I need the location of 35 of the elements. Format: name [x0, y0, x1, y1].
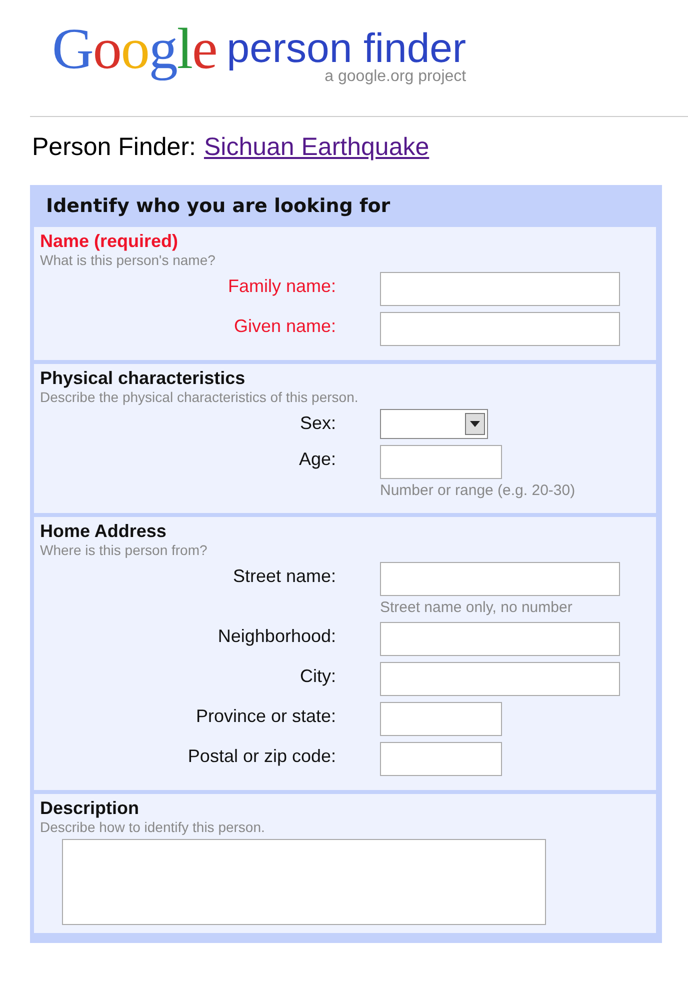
- text-field[interactable]: [380, 445, 502, 479]
- section-title: Home Address: [40, 521, 168, 542]
- description-field[interactable]: [62, 839, 546, 925]
- text-field[interactable]: [380, 312, 620, 346]
- field-label: Postal or zip code:: [186, 745, 336, 767]
- text-field[interactable]: [380, 662, 620, 696]
- section-subtitle: What is this person's name?: [40, 252, 216, 268]
- form-heading: Identify who you are looking for: [45, 194, 392, 219]
- field-hint: Number or range (e.g. 20-30): [380, 482, 576, 499]
- field-label: Sex:: [298, 412, 336, 434]
- section-subtitle: Where is this person from?: [40, 542, 208, 558]
- field-label: Family name:: [226, 275, 336, 297]
- field-label: City:: [299, 665, 336, 687]
- field-label: Province or state:: [194, 705, 336, 727]
- event-link[interactable]: Sichuan Earthquake: [204, 133, 430, 162]
- section-title: Description: [40, 798, 140, 819]
- field-label: Given name:: [232, 315, 336, 337]
- field-label: Neighborhood:: [216, 625, 336, 647]
- field-label: Age:: [298, 448, 336, 470]
- section-subtitle: Describe the physical characteristics of this person.: [40, 389, 360, 405]
- field-label: Street name:: [232, 565, 336, 587]
- sex-dropdown[interactable]: [380, 409, 488, 439]
- text-field[interactable]: [380, 702, 502, 736]
- section-subtitle: Describe how to identify this person.: [40, 819, 266, 835]
- google-logo: Google: [52, 18, 217, 80]
- text-field[interactable]: [380, 742, 502, 776]
- product-name: person finder: [226, 26, 466, 70]
- text-field[interactable]: [380, 272, 620, 306]
- text-field[interactable]: [380, 622, 620, 656]
- text-field[interactable]: [380, 562, 620, 596]
- page-title: Person Finder:: [32, 133, 196, 162]
- section-title: Name (required): [40, 231, 180, 252]
- field-hint: Street name only, no number: [380, 599, 572, 616]
- section-title: Physical characteristics: [40, 368, 246, 389]
- tagline: a google.org project: [324, 68, 466, 86]
